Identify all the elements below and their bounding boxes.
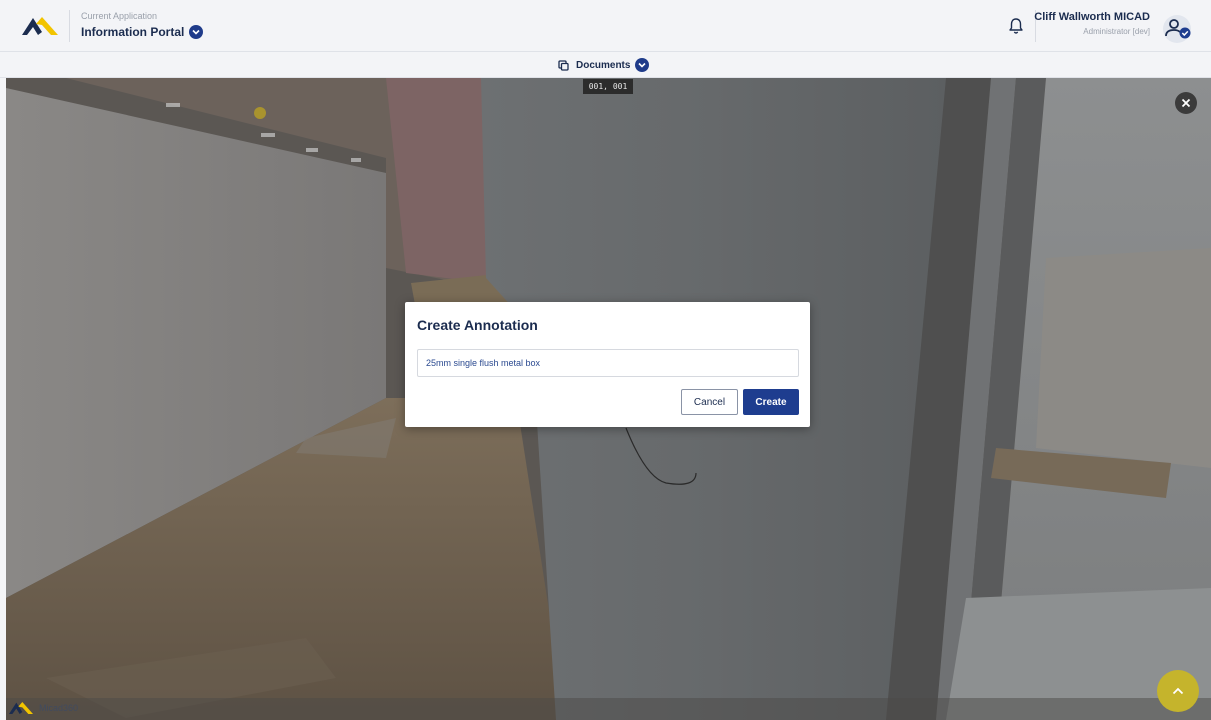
chevron-up-icon (1172, 687, 1184, 695)
app-header: Current Application Information Portal C… (0, 0, 1211, 52)
chevron-down-icon[interactable] (635, 58, 650, 72)
create-button[interactable]: Create (743, 389, 799, 415)
bell-icon[interactable] (1008, 17, 1024, 35)
user-check-icon[interactable] (1160, 15, 1194, 43)
watermark-text: Micad360 (39, 703, 79, 713)
micad-watermark: Micad360 (6, 700, 78, 716)
create-annotation-dialog: Create Annotation Cancel Create (405, 302, 810, 427)
annotation-text-input[interactable] (417, 349, 799, 377)
micad-logo-icon (9, 702, 33, 714)
application-switcher[interactable]: Information Portal (81, 25, 204, 39)
copy-icon (558, 59, 569, 71)
documents-bar: Documents (0, 52, 1211, 78)
scroll-top-button[interactable] (1157, 670, 1199, 712)
micad-logo-icon[interactable] (22, 14, 58, 38)
user-name: Cliff Wallworth MICAD (1034, 11, 1150, 23)
app-caption: Current Application (81, 11, 158, 21)
chevron-down-icon[interactable] (189, 25, 204, 39)
header-divider (69, 10, 70, 42)
documents-toggle[interactable]: Documents (558, 58, 650, 72)
dialog-title: Create Annotation (417, 317, 538, 333)
close-icon[interactable] (1175, 92, 1197, 114)
cancel-button[interactable]: Cancel (681, 389, 738, 415)
coordinates-badge: 001, 001 (583, 79, 633, 94)
app-name: Information Portal (81, 25, 185, 39)
documents-label: Documents (576, 59, 631, 71)
user-role: Administrator [dev] (1083, 27, 1150, 36)
